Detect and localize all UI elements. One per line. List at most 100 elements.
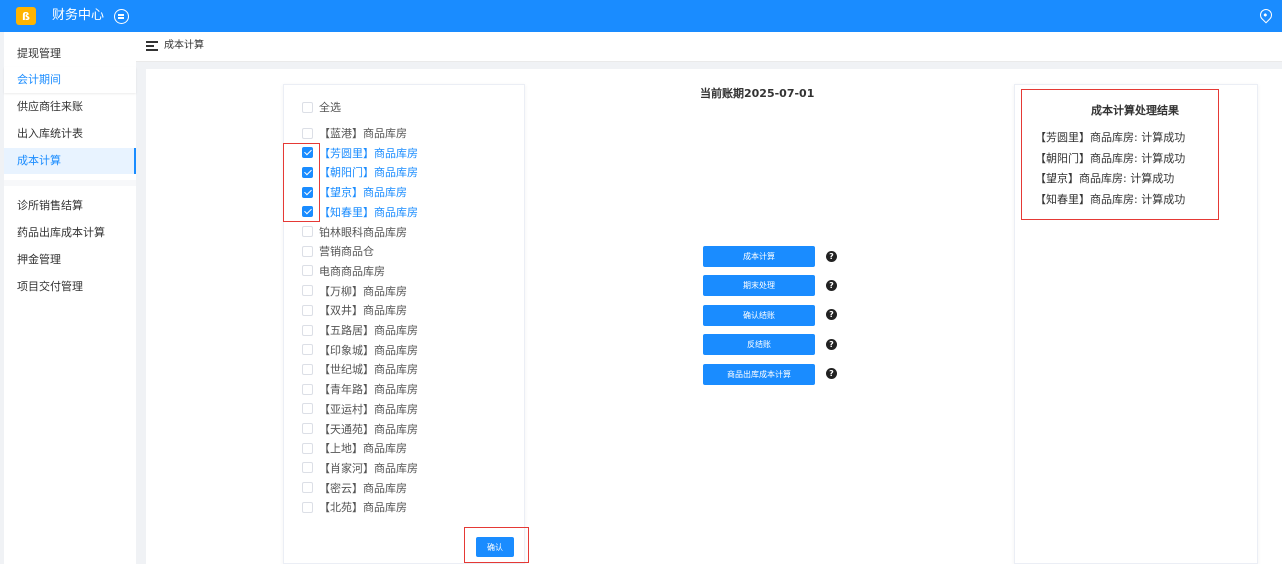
warehouse-label: 【万柳】商品库房	[319, 284, 407, 298]
switch-icon[interactable]	[114, 9, 129, 24]
warehouse-checkbox-row[interactable]: 【肖家河】商品库房	[302, 460, 418, 476]
cost-calculation-button[interactable]: 成本计算	[703, 246, 815, 267]
warehouse-checkbox-row[interactable]: 【双井】商品库房	[302, 302, 407, 318]
warehouse-label: 【印象城】商品库房	[319, 343, 418, 357]
reverse-closing-button[interactable]: 反结账	[703, 334, 815, 355]
period-end-processing-button[interactable]: 期末处理	[703, 275, 815, 296]
help-icon[interactable]: ?	[826, 309, 837, 320]
warehouse-label: 营销商品仓	[319, 245, 374, 259]
sidebar-item-accounting-period[interactable]: 会计期间	[4, 67, 136, 93]
sidebar-item-project-delivery[interactable]: 项目交付管理	[4, 274, 136, 300]
checkbox-icon[interactable]	[302, 344, 313, 356]
top-bar: ß 财务中心	[0, 0, 1282, 32]
sidebar-item-drug-outbound-cost[interactable]: 药品出库成本计算	[4, 220, 136, 246]
warehouse-checkbox-row[interactable]: 【蓝港】商品库房	[302, 125, 407, 141]
page-title: 成本计算	[164, 40, 204, 51]
warehouse-checkbox-row[interactable]: 【上地】商品库房	[302, 440, 407, 456]
warehouse-checkbox-row[interactable]: 电商商品库房	[302, 263, 385, 279]
warehouse-label: 【密云】商品库房	[319, 481, 407, 495]
checkbox-icon[interactable]	[302, 403, 313, 415]
warehouse-label: 【双井】商品库房	[319, 304, 407, 318]
result-line: 【朝阳门】商品库房: 计算成功	[1035, 152, 1186, 165]
checkbox-icon[interactable]	[302, 363, 313, 375]
checkbox-icon[interactable]	[302, 226, 313, 237]
warehouse-label: 【望京】商品库房	[319, 186, 407, 200]
help-icon[interactable]: ?	[826, 251, 837, 262]
warehouse-checkbox-row[interactable]: 营销商品仓	[302, 243, 374, 259]
warehouse-label: 【肖家河】商品库房	[319, 461, 418, 475]
warehouse-label: 铂林眼科商品库房	[319, 225, 407, 239]
warehouse-label: 【上地】商品库房	[319, 442, 407, 456]
sidebar-divider	[4, 180, 136, 186]
checkbox-icon[interactable]	[302, 304, 313, 316]
warehouse-checkbox-row[interactable]: 【北苑】商品库房	[302, 499, 407, 515]
confirm-closing-button[interactable]: 确认结账	[703, 305, 815, 326]
warehouse-checkbox-row[interactable]: 【万柳】商品库房	[302, 283, 407, 299]
outbound-cost-calculation-button[interactable]: 商品出库成本计算	[703, 364, 815, 385]
checkbox-icon[interactable]	[302, 265, 313, 277]
sidebar-item-cost-calculation[interactable]: 成本计算	[4, 148, 136, 174]
result-line: 【望京】商品库房: 计算成功	[1035, 172, 1175, 185]
checkbox-checked-icon[interactable]	[302, 147, 313, 159]
breadcrumb: 成本计算	[136, 32, 1282, 62]
sidebar-item-stock-statistics[interactable]: 出入库统计表	[4, 121, 136, 147]
warehouse-label: 【五路居】商品库房	[319, 324, 418, 337]
checkbox-icon[interactable]	[302, 442, 313, 454]
sidebar-item-withdrawal[interactable]: 提现管理	[4, 41, 136, 67]
warehouse-label: 【芳圆里】商品库房	[319, 146, 418, 160]
warehouse-label: 【朝阳门】商品库房	[319, 166, 418, 180]
warehouse-checkbox-row[interactable]: 【望京】商品库房	[302, 184, 407, 200]
warehouse-label: 【北苑】商品库房	[319, 501, 407, 515]
checkbox-icon[interactable]	[302, 285, 313, 297]
checkbox-checked-icon[interactable]	[302, 186, 313, 198]
warehouse-checkbox-row[interactable]: 【五路居】商品库房	[302, 322, 418, 338]
sidebar-item-supplier-accounts[interactable]: 供应商往来账	[4, 94, 136, 120]
help-icon[interactable]: ?	[826, 280, 837, 291]
warehouse-checkbox-row[interactable]: 【亚运村】商品库房	[302, 401, 418, 417]
location-pin-icon[interactable]	[1257, 6, 1275, 24]
warehouse-label: 【蓝港】商品库房	[319, 127, 407, 140]
help-icon[interactable]: ?	[826, 368, 837, 379]
menu-fold-icon[interactable]	[146, 41, 158, 51]
checkbox-icon[interactable]	[302, 383, 313, 395]
result-title: 成本计算处理结果	[1091, 104, 1179, 117]
result-line: 【芳圆里】商品库房: 计算成功	[1035, 131, 1186, 144]
confirm-button[interactable]: 确认	[476, 537, 514, 557]
warehouse-checkbox-row[interactable]: 【青年路】商品库房	[302, 381, 418, 397]
checkbox-icon[interactable]	[302, 324, 313, 336]
warehouse-label: 【世纪城】商品库房	[319, 363, 418, 377]
warehouse-label: 【天通苑】商品库房	[319, 422, 418, 436]
warehouse-label: 【青年路】商品库房	[319, 383, 418, 397]
checkbox-icon[interactable]	[302, 101, 313, 113]
select-all-checkbox[interactable]: 全选	[302, 99, 341, 115]
checkbox-icon[interactable]	[302, 245, 313, 257]
warehouse-checkbox-row[interactable]: 【世纪城】商品库房	[302, 361, 418, 377]
checkbox-icon[interactable]	[302, 423, 313, 434]
result-line: 【知春里】商品库房: 计算成功	[1035, 193, 1186, 206]
warehouse-checkbox-row[interactable]: 【密云】商品库房	[302, 480, 407, 496]
sidebar-item-clinic-sales-settlement[interactable]: 诊所销售结算	[4, 193, 136, 219]
select-all-label: 全选	[319, 101, 341, 114]
checkbox-checked-icon[interactable]	[302, 166, 313, 178]
app-logo-icon[interactable]: ß	[16, 7, 36, 25]
help-icon[interactable]: ?	[826, 339, 837, 350]
current-period-label: 当前账期2025-07-01	[700, 87, 815, 100]
checkbox-checked-icon[interactable]	[302, 206, 313, 218]
warehouse-checkbox-row[interactable]: 【天通苑】商品库房	[302, 421, 418, 437]
warehouse-list-card: 全选 【蓝港】商品库房 【芳圆里】商品库房 【朝阳门】商品库房 【望京】商品库房 【知春…	[283, 84, 525, 564]
checkbox-icon[interactable]	[302, 462, 313, 474]
warehouse-checkbox-row[interactable]: 铂林眼科商品库房	[302, 224, 407, 240]
warehouse-label: 电商商品库房	[319, 264, 385, 278]
checkbox-icon[interactable]	[302, 482, 313, 494]
warehouse-label: 【知春里】商品库房	[319, 205, 418, 219]
warehouse-checkbox-row[interactable]: 【朝阳门】商品库房	[302, 164, 418, 180]
warehouse-label: 【亚运村】商品库房	[319, 402, 418, 416]
sidebar: 提现管理 会计期间 供应商往来账 出入库统计表 成本计算 诊所销售结算 药品出库…	[4, 32, 136, 564]
warehouse-checkbox-row[interactable]: 【芳圆里】商品库房	[302, 145, 418, 161]
warehouse-checkbox-row[interactable]: 【印象城】商品库房	[302, 342, 418, 358]
sidebar-item-deposit-management[interactable]: 押金管理	[4, 247, 136, 273]
checkbox-icon[interactable]	[302, 501, 313, 513]
warehouse-checkbox-row[interactable]: 【知春里】商品库房	[302, 204, 418, 220]
app-title[interactable]: 财务中心	[52, 8, 104, 24]
checkbox-icon[interactable]	[302, 127, 313, 139]
